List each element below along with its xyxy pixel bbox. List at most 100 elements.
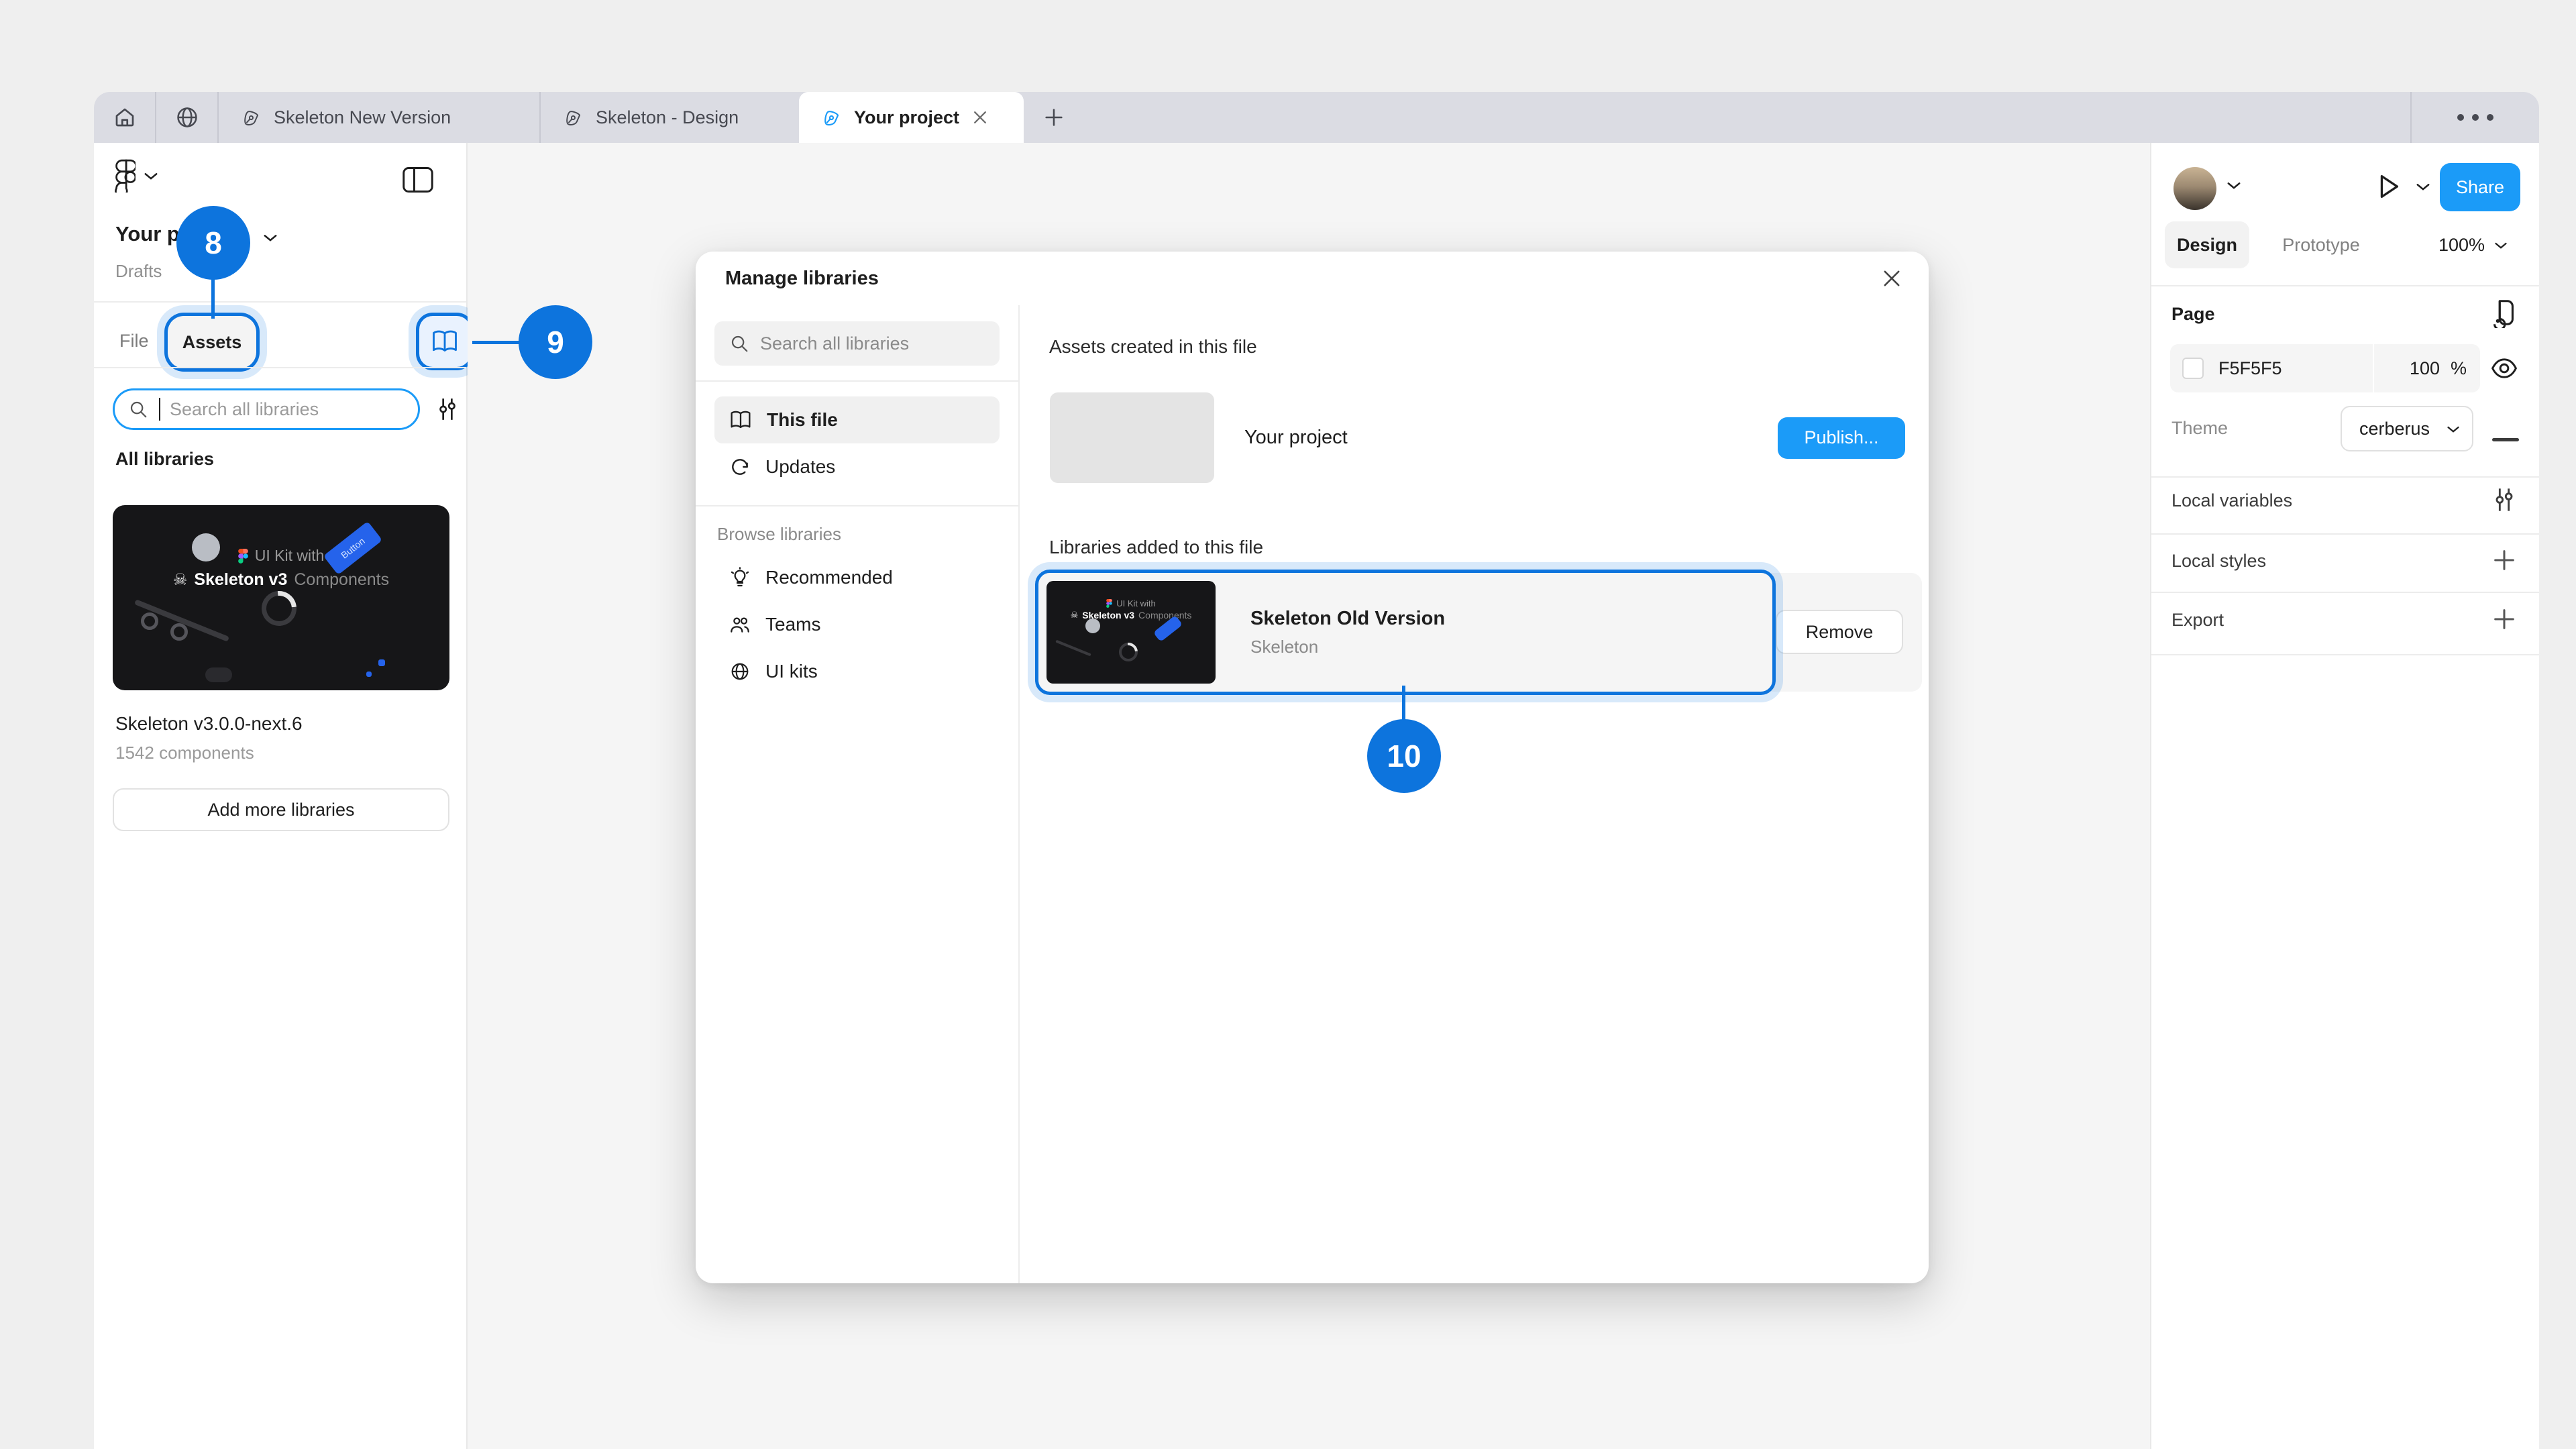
- add-style-plus-icon[interactable]: [2491, 547, 2518, 574]
- color-hex-value[interactable]: F5F5F5: [2218, 358, 2282, 379]
- search-icon: [729, 333, 749, 354]
- chevron-down-icon: [2494, 241, 2508, 250]
- chevron-down-icon[interactable]: [2416, 182, 2430, 191]
- thumb-kit-suffix: Components: [1138, 610, 1191, 621]
- page-styles-icon[interactable]: [2488, 297, 2519, 328]
- tab-label: Your project: [854, 107, 959, 128]
- figma-logo-mini-icon: [1106, 599, 1112, 608]
- page-opacity-field[interactable]: 100 %: [2374, 344, 2480, 392]
- tab-skeleton-design[interactable]: Skeleton - Design: [541, 92, 799, 143]
- browse-community-button[interactable]: [156, 92, 217, 143]
- search-icon: [128, 399, 148, 419]
- toggle-sidebar-button[interactable]: [402, 166, 434, 194]
- browse-libraries-label: Browse libraries: [717, 524, 1000, 545]
- tab-design[interactable]: Design: [2165, 221, 2249, 268]
- window-menu-button[interactable]: [2412, 92, 2539, 143]
- library-row-team: Skeleton: [1250, 637, 1445, 657]
- annotation-badge-8: 8: [176, 206, 250, 280]
- filter-sliders-icon[interactable]: [435, 396, 460, 422]
- lightbulb-icon: [729, 567, 751, 588]
- visibility-eye-icon[interactable]: [2489, 354, 2519, 383]
- tab-your-project[interactable]: Your project: [799, 92, 1024, 143]
- divider: [94, 367, 466, 368]
- modal-content: Assets created in this file Your project…: [1020, 305, 1929, 1283]
- library-row[interactable]: UI Kit with ☠ Skeleton v3 Components: [1038, 573, 1922, 692]
- search-placeholder: Search all libraries: [170, 399, 319, 420]
- project-row: Your project Publish...: [1050, 392, 1905, 483]
- nav-item-ui-kits[interactable]: UI kits: [714, 648, 1000, 695]
- annotation-badge-9: 9: [519, 305, 592, 379]
- decor-pill: [205, 667, 232, 682]
- divider: [2151, 592, 2539, 593]
- page-section-label: Page: [2171, 304, 2215, 325]
- divider: [696, 380, 1018, 382]
- opacity-value[interactable]: 100: [2410, 358, 2440, 379]
- close-tab-icon[interactable]: [971, 109, 989, 126]
- card-line2: ☠ Skeleton v3 Components: [113, 570, 449, 590]
- panel-layout-icon: [402, 166, 434, 194]
- figma-file-icon: [241, 107, 262, 127]
- decor-knob: [170, 623, 188, 641]
- decor-circle: [1085, 619, 1100, 633]
- publish-button[interactable]: Publish...: [1778, 417, 1905, 459]
- color-swatch[interactable]: [2182, 358, 2204, 379]
- nav-item-recommended[interactable]: Recommended: [714, 554, 1000, 601]
- modal-search-input[interactable]: Search all libraries: [714, 321, 1000, 366]
- annotation-connector-8: [211, 278, 215, 319]
- nav-item-teams[interactable]: Teams: [714, 601, 1000, 648]
- libraries-button[interactable]: [419, 316, 470, 367]
- home-button[interactable]: [94, 92, 155, 143]
- decor-dot: [378, 659, 385, 666]
- chevron-down-icon[interactable]: [144, 171, 158, 180]
- tab-file[interactable]: File: [119, 331, 149, 352]
- tab-label: Skeleton - Design: [596, 107, 739, 128]
- local-variables-label: Local variables: [2171, 490, 2292, 511]
- library-name[interactable]: Skeleton v3.0.0-next.6: [115, 713, 303, 735]
- manage-libraries-modal: Manage libraries Search all libraries: [696, 252, 1929, 1283]
- annotation-badge-10: 10: [1367, 719, 1441, 793]
- figma-menu-button[interactable]: [113, 159, 136, 193]
- project-thumbnail: [1050, 392, 1214, 483]
- variables-sliders-icon[interactable]: [2491, 486, 2518, 513]
- libraries-added-heading: Libraries added to this file: [1049, 537, 1922, 558]
- share-button[interactable]: Share: [2440, 163, 2520, 211]
- library-row-name: Skeleton Old Version: [1250, 608, 1445, 630]
- nav-item-this-file[interactable]: This file: [714, 396, 1000, 443]
- chevron-down-icon[interactable]: [263, 233, 278, 242]
- nav-item-label: Recommended: [765, 567, 893, 588]
- figma-file-icon: [822, 107, 842, 127]
- decor-knob: [141, 612, 158, 630]
- close-icon[interactable]: [1880, 267, 1903, 290]
- add-more-libraries-button[interactable]: Add more libraries: [113, 788, 449, 831]
- figma-logo-mini-icon: [238, 549, 248, 564]
- page-color-row: F5F5F5 100 %: [2170, 344, 2480, 392]
- annotation-connector-9: [472, 341, 519, 344]
- new-tab-button[interactable]: [1024, 92, 1084, 143]
- tab-assets[interactable]: Assets: [168, 316, 256, 368]
- add-export-plus-icon[interactable]: [2491, 606, 2518, 633]
- card-line1-text: UI Kit with: [255, 547, 325, 565]
- remove-library-button[interactable]: Remove: [1776, 610, 1903, 654]
- file-location[interactable]: Drafts: [115, 261, 162, 282]
- library-card-thumbnail[interactable]: UI Kit with ☠ Skeleton v3 Components But…: [113, 505, 449, 690]
- assets-created-heading: Assets created in this file: [1049, 336, 1922, 358]
- zoom-control[interactable]: 100%: [2438, 221, 2508, 268]
- nav-item-updates[interactable]: Updates: [714, 443, 1000, 490]
- modal-header: Manage libraries: [696, 252, 1929, 305]
- tab-skeleton-new-version[interactable]: Skeleton New Version: [219, 92, 539, 143]
- present-play-icon[interactable]: [2373, 171, 2404, 202]
- tab-prototype[interactable]: Prototype: [2264, 221, 2378, 268]
- library-row-info: Skeleton Old Version Skeleton: [1250, 608, 1445, 657]
- theme-value: cerberus: [2359, 419, 2430, 439]
- search-input[interactable]: Search all libraries: [113, 388, 420, 430]
- remove-theme-icon[interactable]: [2492, 438, 2519, 441]
- page-color-field[interactable]: F5F5F5: [2170, 344, 2373, 392]
- zoom-level: 100%: [2438, 235, 2485, 256]
- theme-dropdown[interactable]: cerberus: [2341, 406, 2473, 451]
- annotation-connector-10: [1402, 686, 1405, 720]
- book-icon: [729, 410, 752, 430]
- avatar[interactable]: [2174, 167, 2216, 210]
- card-line1: UI Kit with: [113, 547, 449, 565]
- chevron-down-icon[interactable]: [2226, 180, 2241, 190]
- dots-icon: [2472, 114, 2479, 121]
